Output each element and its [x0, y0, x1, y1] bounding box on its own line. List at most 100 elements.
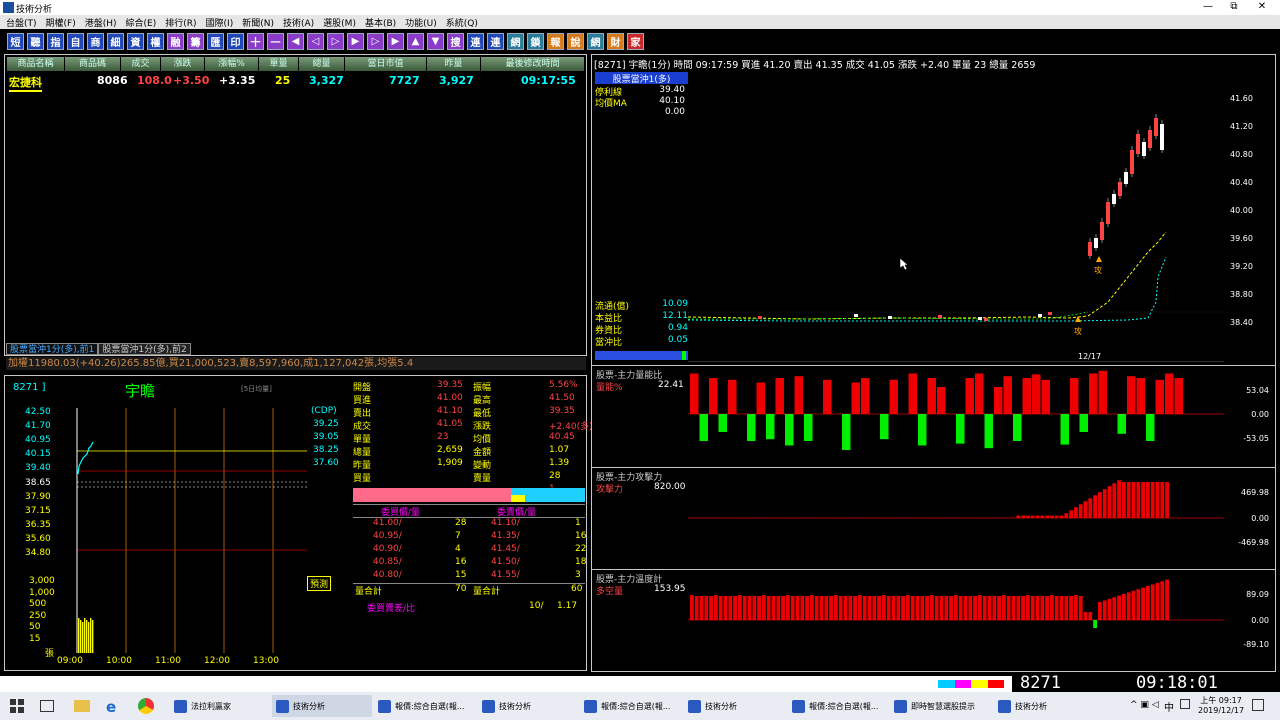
- quote-col-header-2[interactable]: 成交: [121, 57, 161, 71]
- chrome-icon[interactable]: [138, 698, 154, 714]
- task-view-icon[interactable]: [40, 700, 54, 712]
- toolbar-button-0[interactable]: 短: [7, 32, 24, 50]
- intraday-chart[interactable]: [69, 408, 307, 660]
- toolbar-button-29[interactable]: 網: [587, 32, 604, 50]
- quote-col-header-6[interactable]: 總量: [299, 57, 345, 71]
- toolbar-button-19[interactable]: ▶: [387, 32, 404, 50]
- windows-start-icon[interactable]: [10, 699, 24, 713]
- date-label: 12/17: [1078, 352, 1102, 361]
- sub3-value: 153.95: [654, 584, 686, 594]
- toolbar-button-7[interactable]: 權: [147, 32, 164, 50]
- toolbar-button-10[interactable]: 匯: [207, 32, 224, 50]
- menu-item-11[interactable]: 系統(Q): [446, 16, 478, 29]
- menu-item-3[interactable]: 綜合(E): [126, 16, 157, 29]
- menu-item-6[interactable]: 新聞(N): [242, 16, 274, 29]
- orderbook-row[interactable]: 40.90/4 41.45/22: [353, 544, 586, 557]
- quote-col-header-8[interactable]: 昨量: [427, 57, 481, 71]
- toolbar-button-18[interactable]: ▷: [367, 32, 384, 50]
- legend-title[interactable]: 股票當沖1(多): [595, 72, 688, 85]
- toolbar-button-27[interactable]: 報: [547, 32, 564, 50]
- menu-item-4[interactable]: 排行(R): [165, 16, 196, 29]
- sub3-name: 多空量: [596, 587, 624, 597]
- taskbar-app-6[interactable]: 報價:綜合自選(報...: [788, 695, 888, 717]
- toolbar-button-12[interactable]: 十: [247, 32, 264, 50]
- quote-col-header-5[interactable]: 單量: [259, 57, 299, 71]
- main-candlestick-chart[interactable]: 攻攻: [688, 72, 1224, 362]
- quote-col-header-9[interactable]: 最後修改時間: [481, 57, 585, 71]
- menu-item-5[interactable]: 國際(I): [206, 16, 234, 29]
- toolbar-button-1[interactable]: 聽: [27, 32, 44, 50]
- keyboard-icon[interactable]: [1180, 699, 1190, 709]
- toolbar-button-17[interactable]: ▶: [347, 32, 364, 50]
- candle: [1038, 314, 1042, 317]
- notification-icon[interactable]: [1252, 699, 1264, 711]
- quote-col-header-3[interactable]: 漲跌: [161, 57, 205, 71]
- toolbar-button-30[interactable]: 財: [607, 32, 624, 50]
- predict-label[interactable]: 預測: [307, 576, 332, 591]
- ime-indicator[interactable]: 中: [1164, 699, 1174, 714]
- tray-icons[interactable]: ^ ▣ ◁: [1130, 700, 1159, 710]
- menu-item-2[interactable]: 港盤(H): [85, 16, 117, 29]
- quote-col-header-0[interactable]: 商品名稱: [7, 57, 65, 71]
- toolbar-button-14[interactable]: ◀: [287, 32, 304, 50]
- taskbar-app-5[interactable]: 技術分析: [684, 695, 784, 717]
- toolbar-button-8[interactable]: 融: [167, 32, 184, 50]
- toolbar-button-3[interactable]: 自: [67, 32, 84, 50]
- toolbar-button-16[interactable]: ▷: [327, 32, 344, 50]
- file-explorer-icon[interactable]: [74, 700, 90, 712]
- close-button[interactable]: ✕: [1250, 1, 1274, 12]
- taskbar-app-1[interactable]: 技術分析: [272, 695, 372, 717]
- taskbar-app-4[interactable]: 報價:綜合自選(報...: [580, 695, 680, 717]
- indicator-bar: [805, 596, 809, 620]
- toolbar-button-24[interactable]: 連: [487, 32, 504, 50]
- toolbar-button-28[interactable]: 說: [567, 32, 584, 50]
- quote-col-header-4[interactable]: 漲幅%: [205, 57, 259, 71]
- toolbar-button-4[interactable]: 商: [87, 32, 104, 50]
- toolbar-button-22[interactable]: 搜: [447, 32, 464, 50]
- orderbook-row[interactable]: 41.00/28 41.10/1: [353, 518, 585, 531]
- tab-1[interactable]: 股票當沖1分(多),前1: [6, 343, 99, 355]
- toolbar-button-31[interactable]: 家: [627, 32, 644, 50]
- maximize-button[interactable]: ⧉: [1222, 1, 1246, 12]
- minimize-button[interactable]: —: [1196, 1, 1220, 12]
- toolbar-button-2[interactable]: 指: [47, 32, 64, 50]
- toolbar-button-15[interactable]: ◁: [307, 32, 324, 50]
- menu-item-10[interactable]: 功能(U): [405, 16, 437, 29]
- tab-2[interactable]: 股票當沖1分(多),前2: [98, 343, 191, 355]
- menu-item-1[interactable]: 期權(F): [46, 16, 76, 29]
- menu-item-8[interactable]: 選股(M): [323, 16, 356, 29]
- taskbar-app-8[interactable]: 技術分析: [994, 695, 1094, 717]
- toolbar-button-23[interactable]: 連: [467, 32, 484, 50]
- taskbar-app-7[interactable]: 即時智慧選股提示: [890, 695, 990, 717]
- taskbar: e 法拉利贏家 技術分析 報價:綜合自選(報... 技術分析 報價:綜合自選(報... 技…: [0, 692, 1280, 720]
- indicator-bar: [766, 414, 775, 440]
- menu-item-0[interactable]: 台盤(T): [6, 16, 37, 29]
- status-bar: 8271 09:18:01: [0, 674, 1280, 692]
- stat-cell: 23: [437, 432, 449, 442]
- menu-item-9[interactable]: 基本(B): [365, 16, 396, 29]
- candle: [938, 315, 942, 318]
- toolbar-button-5[interactable]: 細: [107, 32, 124, 50]
- quote-row[interactable]: 宏捷科 8086 108.0 +3.50 +3.35 25 3,327 7727…: [7, 73, 585, 92]
- toolbar-button-9[interactable]: 籌: [187, 32, 204, 50]
- orderbook-row[interactable]: 40.95/7 41.35/16: [353, 531, 586, 544]
- taskbar-app-3[interactable]: 技術分析: [478, 695, 578, 717]
- toolbar-button-13[interactable]: 一: [267, 32, 284, 50]
- toolbar-button-6[interactable]: 資: [127, 32, 144, 50]
- orderbook-row[interactable]: 40.80/15 41.55/3: [353, 570, 585, 583]
- scroll-bar[interactable]: [595, 351, 688, 360]
- quote-col-header-1[interactable]: 商品碼: [65, 57, 121, 71]
- taskbar-app-2[interactable]: 報價:綜合自選(報...: [374, 695, 474, 717]
- edge-icon[interactable]: e: [106, 698, 116, 716]
- taskbar-app-0[interactable]: 法拉利贏家: [170, 695, 270, 717]
- toolbar-button-11[interactable]: 印: [227, 32, 244, 50]
- orderbook-row[interactable]: 40.85/16 41.50/18: [353, 557, 586, 570]
- tray-clock[interactable]: 上午 09:17 2019/12/17: [1198, 696, 1244, 716]
- quote-col-header-7[interactable]: 當日市值: [345, 57, 427, 71]
- toolbar-button-20[interactable]: ▲: [407, 32, 424, 50]
- indicator-bar: [937, 387, 946, 414]
- toolbar-button-21[interactable]: ▼: [427, 32, 444, 50]
- menu-item-7[interactable]: 技術(A): [283, 16, 314, 29]
- toolbar-button-26[interactable]: 鎖: [527, 32, 544, 50]
- toolbar-button-25[interactable]: 網: [507, 32, 524, 50]
